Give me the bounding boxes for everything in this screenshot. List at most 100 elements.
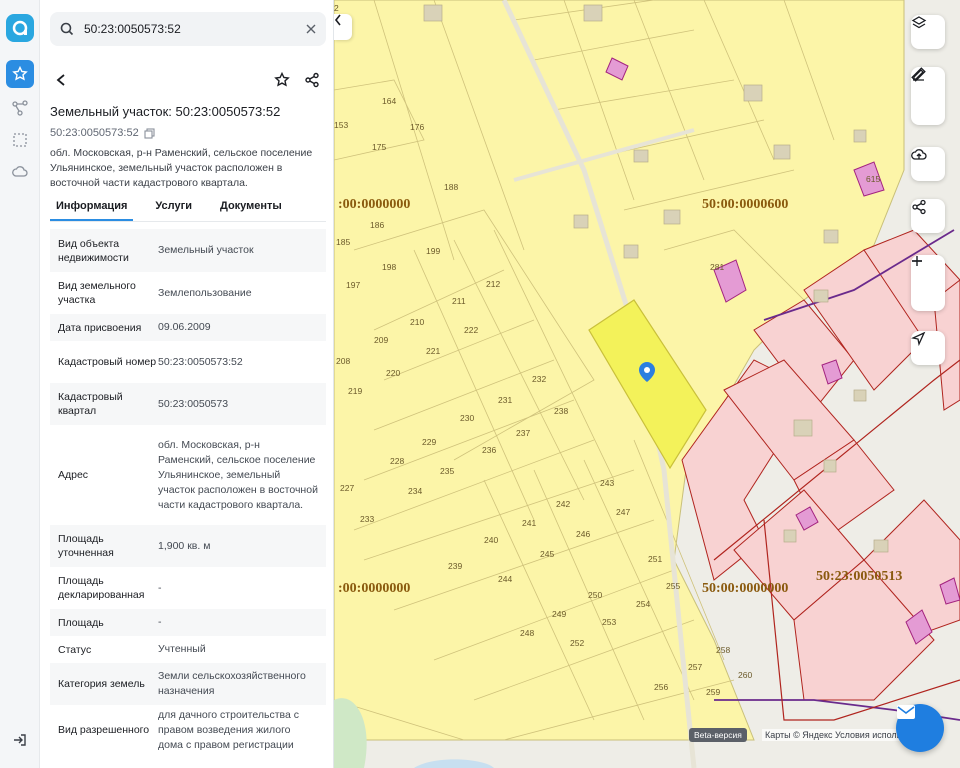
plot-number: 615 — [866, 174, 880, 184]
quarter-label-e: 50:23:0050513 — [816, 569, 902, 584]
plot-number: 153 — [334, 120, 348, 130]
plot-number: 176 — [410, 122, 424, 132]
plot-number: 253 — [602, 617, 616, 627]
page-title: Земельный участок: 50:23:0050573:52 — [50, 104, 281, 119]
edit-icon — [913, 69, 924, 81]
plot-number: 238 — [554, 406, 568, 416]
selection-frame-icon[interactable] — [6, 126, 34, 154]
plot-number: 175 — [372, 142, 386, 152]
plot-number: 259 — [706, 687, 720, 697]
clear-search-icon[interactable] — [306, 24, 316, 34]
collapse-panel-button[interactable] — [334, 14, 352, 40]
plot-number: 254 — [636, 599, 650, 609]
back-arrow-icon[interactable] — [56, 74, 66, 86]
search-input[interactable] — [84, 22, 306, 36]
info-panel: Земельный участок: 50:23:0050573:52 50:2… — [40, 0, 334, 768]
edit-button[interactable] — [911, 69, 945, 121]
route-nodes-icon[interactable] — [6, 94, 34, 122]
plot-number: 164 — [382, 96, 396, 106]
favorite-star-icon[interactable] — [274, 72, 290, 88]
plot-number: 247 — [616, 507, 630, 517]
plot-number: 239 — [448, 561, 462, 571]
quarter-label-a: 50:00:0000600 — [702, 197, 788, 212]
upload-button[interactable] — [911, 147, 945, 181]
plot-number: 236 — [482, 445, 496, 455]
share-icon[interactable] — [304, 72, 320, 88]
share-icon — [912, 199, 926, 215]
app-logo-icon[interactable] — [6, 14, 34, 42]
plot-number: 256 — [654, 682, 668, 692]
quarter-label-c: :00:0000000 — [338, 197, 410, 212]
plot-number: 260 — [738, 670, 752, 680]
plot-number: 243 — [600, 478, 614, 488]
plot-number: 234 — [408, 486, 422, 496]
feedback-button[interactable] — [896, 704, 944, 752]
beta-badge: Beta-версия — [689, 728, 747, 742]
plot-number: 252 — [570, 638, 584, 648]
plot-number: 220 — [386, 368, 400, 378]
quarter-label-b: 50:00:0000000 — [702, 581, 788, 596]
plot-number: 211 — [452, 296, 466, 306]
plot-number: 219 — [348, 386, 362, 396]
mail-icon — [897, 705, 915, 719]
search-icon — [60, 22, 74, 36]
plot-number: 210 — [410, 317, 424, 327]
geolocation-button[interactable] — [911, 331, 945, 365]
tab-information[interactable]: Информация — [50, 196, 134, 221]
plot-number: 228 — [390, 456, 404, 466]
table-row: Дата присвоения 09.06.2009 — [50, 314, 326, 341]
table-row: Площадь уточненная 1,900 кв. м — [50, 525, 326, 567]
map-canvas[interactable]: 50:00:0000600 50:00:0000000 :00:0000000 … — [334, 0, 960, 768]
panel-header — [50, 66, 326, 94]
tab-services[interactable]: Услуги — [149, 196, 198, 221]
plot-number: 208 — [336, 356, 350, 366]
layers-icon — [911, 16, 927, 29]
logout-icon[interactable] — [6, 726, 34, 754]
plot-number: 185 — [336, 237, 350, 247]
plot-number: 258 — [716, 645, 730, 655]
layers-button[interactable] — [911, 15, 945, 49]
plot-number: 209 — [374, 335, 388, 345]
plot-number: 248 — [520, 628, 534, 638]
plot-number: 250 — [588, 590, 602, 600]
table-row: Вид земельного участка Землепользование — [58, 280, 252, 306]
quarter-label-d: :00:0000000 — [338, 581, 410, 596]
table-row: Адрес обл. Московская, р-н Раменский, сел… — [58, 438, 318, 511]
minus-icon — [912, 260, 922, 262]
cloud-icon[interactable] — [6, 158, 34, 186]
cloud-upload-icon — [911, 149, 927, 160]
plot-number: 230 — [460, 413, 474, 423]
tools-group — [911, 67, 945, 125]
cadastral-number-line: 50:23:0050573:52 — [50, 127, 155, 139]
plot-number: 242 — [556, 499, 570, 509]
plot-number: 246 — [576, 529, 590, 539]
copy-icon[interactable] — [144, 127, 155, 139]
favorites-star-icon[interactable] — [6, 60, 34, 88]
table-row: Кадастровый квартал 50:23:0050573 — [50, 383, 326, 425]
left-rail — [0, 0, 40, 768]
plot-number: 255 — [666, 581, 680, 591]
zoom-out-button[interactable] — [911, 260, 945, 309]
navigation-arrow-icon — [911, 331, 926, 346]
address-summary: обл. Московская, р-н Раменский, сельское… — [50, 147, 313, 189]
cadastral-map[interactable]: 50:00:0000600 50:00:0000000 :00:0000000 … — [334, 0, 960, 768]
plot-number: 241 — [522, 518, 536, 528]
plot-number: 198 — [382, 262, 396, 272]
plot-number: 199 — [426, 246, 440, 256]
plot-number: 2 — [334, 3, 339, 13]
plot-number: 222 — [464, 325, 478, 335]
app-window: Земельный участок: 50:23:0050573:52 50:2… — [0, 0, 960, 768]
search-bar — [50, 12, 326, 46]
table-row: Вид разрешенного для дачного строительств… — [58, 708, 299, 751]
plot-number: 251 — [648, 554, 662, 564]
plot-number: 249 — [552, 609, 566, 619]
plot-number: 237 — [516, 428, 530, 438]
plot-number: 188 — [444, 182, 458, 192]
plot-number: 186 — [370, 220, 384, 230]
plot-number: 240 — [484, 535, 498, 545]
table-row: Площадь - — [50, 609, 326, 636]
tab-documents[interactable]: Документы — [214, 196, 288, 221]
plot-number: 235 — [440, 466, 454, 476]
map-share-button[interactable] — [911, 199, 945, 233]
plot-number: 229 — [422, 437, 436, 447]
